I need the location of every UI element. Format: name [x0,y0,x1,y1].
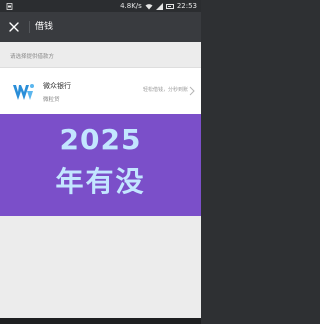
provider-item-webank[interactable]: 微众银行 微粒贷 轻松借钱，分秒到账 [0,67,201,115]
close-icon [9,22,19,32]
close-button[interactable] [4,17,24,37]
title-bar: 借钱 [0,12,201,42]
status-right: 4.8K/s 22:53 [120,0,197,12]
wifi-icon [145,3,153,9]
screen: 4.8K/s 22:53 借钱 请选择提供借款方 微众银行 微粒贷 轻松借钱，分… [0,0,201,324]
status-bar: 4.8K/s 22:53 [0,0,201,12]
provider-product: 微粒贷 [43,97,60,103]
provider-slogan: 轻松借钱，分秒到账 [142,87,188,93]
signal-icon [155,2,163,10]
network-speed: 4.8K/s [120,2,142,10]
overlay-text-line2: 年有没 [55,165,146,198]
sim-icon [6,2,13,10]
nav-bar [0,318,201,324]
clock: 22:53 [176,2,197,10]
status-left [6,0,13,12]
provider-name: 微众银行 [43,82,71,90]
title-divider [29,21,30,33]
page-title: 借钱 [35,22,54,32]
overlay-text-line1: 2025 [59,123,142,156]
battery-icon [165,3,174,9]
webank-logo-icon [13,84,34,100]
chevron-right-icon [189,86,195,96]
section-caption: 请选择提供借款方 [10,54,55,60]
